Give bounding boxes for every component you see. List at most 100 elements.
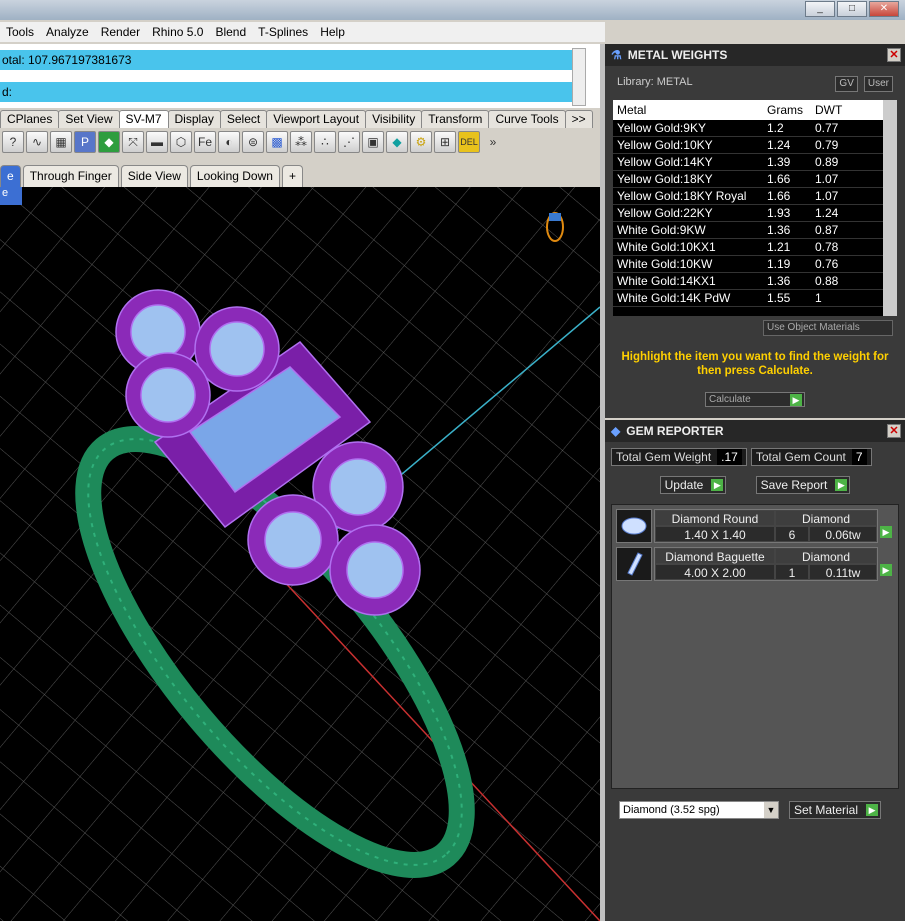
table-row[interactable]: Yellow Gold:9KY 1.2 0.77 <box>613 120 897 137</box>
tab-viewport-layout[interactable]: Viewport Layout <box>266 110 367 128</box>
tab-set-view[interactable]: Set View <box>58 110 120 128</box>
table-row[interactable]: Yellow Gold:10KY 1.24 0.79 <box>613 137 897 154</box>
table-row[interactable]: White Gold:14KX1 1.36 0.88 <box>613 273 897 290</box>
table-cell: 1.24 <box>767 138 791 152</box>
metal-weights-header: ⚗ METAL WEIGHTS ✕ <box>605 44 905 66</box>
add-viewport-tab[interactable]: + <box>281 165 303 187</box>
user-button[interactable]: User <box>863 76 893 92</box>
dots-icon[interactable]: ∴ <box>314 131 336 153</box>
fe-icon[interactable]: Fe <box>194 131 216 153</box>
gem-icon[interactable]: ◆ <box>386 131 408 153</box>
gv-button[interactable]: GV <box>835 76 858 92</box>
close-icon[interactable]: ✕ <box>887 48 901 62</box>
gem-weight: 0.11tw <box>809 564 877 580</box>
snake-icon[interactable]: ∿ <box>26 131 48 153</box>
metal-table-scrollbar[interactable] <box>883 100 897 316</box>
table-row[interactable]: White Gold:10KW 1.19 0.76 <box>613 256 897 273</box>
save-report-label: Save Report <box>760 478 828 492</box>
tab-curve-tools[interactable]: Curve Tools <box>488 110 566 128</box>
table-cell: Yellow Gold:18KY Royal <box>617 189 747 203</box>
menu-analyze[interactable]: Analyze <box>40 25 95 39</box>
col-dwt[interactable]: DWT <box>811 100 871 120</box>
table-row[interactable]: White Gold:14K PdW 1.55 1 <box>613 290 897 307</box>
tab-viewport-active[interactable]: e <box>0 165 21 187</box>
mirror-icon[interactable]: ◐ <box>218 131 240 153</box>
green-shape-icon[interactable]: ◆ <box>98 131 120 153</box>
material-select-value: Diamond (3.52 spg) <box>623 804 720 816</box>
table-row[interactable]: White Gold:9KW 1.36 0.87 <box>613 222 897 239</box>
col-grams[interactable]: Grams <box>763 100 811 120</box>
material-select[interactable]: Diamond (3.52 spg) ▼ <box>619 801 779 819</box>
table-row[interactable]: Yellow Gold:18KY 1.66 1.07 <box>613 171 897 188</box>
save-icon[interactable]: ▣ <box>362 131 384 153</box>
tab-transform[interactable]: Transform <box>421 110 490 128</box>
axes-icon[interactable]: ⤧ <box>122 131 144 153</box>
monitor-icon[interactable]: ▬ <box>146 131 168 153</box>
command-scrollbar[interactable] <box>572 48 586 106</box>
tab-through-finger[interactable]: Through Finger <box>22 165 119 187</box>
tab-sv-m7[interactable]: SV-M7 <box>118 110 169 128</box>
table-cell: 1.19 <box>767 257 791 271</box>
table-row[interactable]: Yellow Gold:18KY Royal 1.66 1.07 <box>613 188 897 205</box>
set-material-button[interactable]: Set Material ▶ <box>789 801 882 819</box>
curve-icon[interactable]: ? <box>2 131 24 153</box>
grid-blue-icon[interactable]: ▩ <box>266 131 288 153</box>
table-cell: 1.36 <box>767 274 791 288</box>
tab-side-view[interactable]: Side View <box>120 165 188 187</box>
save-report-button[interactable]: Save Report ▶ <box>755 476 851 494</box>
circles-icon[interactable]: ⁂ <box>290 131 312 153</box>
table-cell: 1.93 <box>767 206 791 220</box>
scatter-icon[interactable]: ⋰ <box>338 131 360 153</box>
more-icon[interactable]: » <box>482 131 504 153</box>
tab-display[interactable]: Display <box>167 110 221 128</box>
use-object-materials-toggle[interactable]: Use Object Materials <box>763 320 893 336</box>
grid-tool-icon[interactable]: ▦ <box>50 131 72 153</box>
play-icon[interactable]: ▶ <box>880 526 892 538</box>
table-cell: 1.07 <box>815 172 839 186</box>
close-icon[interactable]: ✕ <box>887 424 901 438</box>
tab-cplanes[interactable]: CPlanes <box>0 110 60 128</box>
gear-icon[interactable]: ⚙ <box>410 131 432 153</box>
table-cell: White Gold:9KW <box>617 223 706 237</box>
tab-looking-down[interactable]: Looking Down <box>189 165 280 187</box>
layout-icon[interactable]: ⊞ <box>434 131 456 153</box>
update-button[interactable]: Update ▶ <box>659 476 727 494</box>
title-bar: _ □ ✕ <box>0 0 905 20</box>
gem-icon: ◆ <box>611 424 621 438</box>
total-gem-count: Total Gem Count 7 <box>750 448 872 466</box>
menu-blend[interactable]: Blend <box>209 25 252 39</box>
play-icon[interactable]: ▶ <box>880 564 892 576</box>
menu-render[interactable]: Render <box>95 25 146 39</box>
tab-visibility[interactable]: Visibility <box>365 110 423 128</box>
table-cell: 1.07 <box>815 189 839 203</box>
chevron-down-icon[interactable]: ▼ <box>764 802 778 818</box>
command-prompt[interactable]: d: <box>0 82 582 102</box>
maximize-button[interactable]: □ <box>837 1 867 17</box>
table-row[interactable]: Yellow Gold:22KY 1.93 1.24 <box>613 205 897 222</box>
menu-help[interactable]: Help <box>314 25 351 39</box>
p-icon[interactable]: P <box>74 131 96 153</box>
menu-tsplines[interactable]: T-Splines <box>252 25 314 39</box>
col-metal[interactable]: Metal <box>613 100 763 120</box>
menu-tools[interactable]: Tools <box>0 25 40 39</box>
menu-rhino[interactable]: Rhino 5.0 <box>146 25 209 39</box>
metal-table[interactable]: Metal Grams DWT Yellow Gold:9KY 1.2 0.77 Ye… <box>613 100 897 316</box>
command-history[interactable]: otal: 107.967197381673 d: <box>0 44 600 108</box>
table-cell: 1.21 <box>767 240 791 254</box>
play-icon: ▶ <box>866 804 879 816</box>
minimize-button[interactable]: _ <box>805 1 835 17</box>
cube-icon[interactable]: ⬡ <box>170 131 192 153</box>
gem-item-baguette[interactable]: Diamond Baguette Diamond 4.00 X 2.00 1 0… <box>616 547 894 581</box>
viewport-label[interactable]: e <box>0 187 22 205</box>
tab-select[interactable]: Select <box>219 110 268 128</box>
calculate-button[interactable]: Calculate ▶ <box>705 392 805 407</box>
table-cell: Yellow Gold:18KY <box>617 172 713 186</box>
table-row[interactable]: White Gold:10KX1 1.21 0.78 <box>613 239 897 256</box>
split-icon[interactable]: ⊜ <box>242 131 264 153</box>
gem-item-round[interactable]: Diamond Round Diamond 1.40 X 1.40 6 0.06… <box>616 509 894 543</box>
3d-viewport[interactable]: e <box>0 187 600 921</box>
table-row[interactable]: Yellow Gold:14KY 1.39 0.89 <box>613 154 897 171</box>
close-window-button[interactable]: ✕ <box>869 1 899 17</box>
del-icon[interactable]: DEL <box>458 131 480 153</box>
tab-more[interactable]: >> <box>564 110 593 128</box>
